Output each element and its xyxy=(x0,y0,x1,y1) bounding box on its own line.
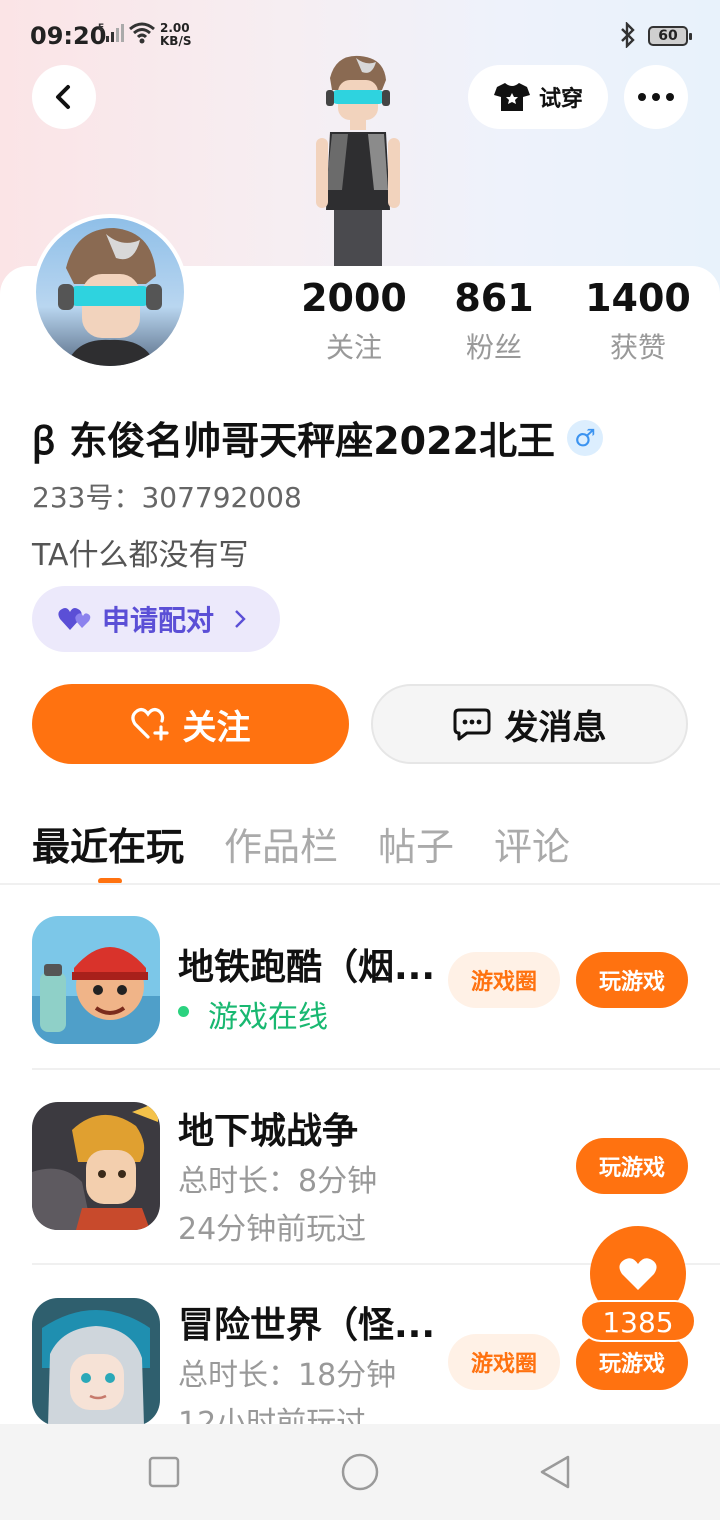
tshirt-icon xyxy=(493,83,530,111)
game-title: 冒险世界（怪... xyxy=(178,1305,436,1346)
profile-tabs: 最近在玩 作品栏 帖子 评论 xyxy=(32,816,570,884)
game-total-time: 总时长：8分钟 xyxy=(178,1164,378,1199)
chevron-right-icon xyxy=(234,603,246,636)
stat-value: 1400 xyxy=(585,276,691,320)
circle-icon xyxy=(341,1453,379,1491)
more-button[interactable] xyxy=(624,65,688,129)
double-heart-icon xyxy=(58,608,91,630)
status-time: 09:20 xyxy=(30,22,107,50)
tab-works[interactable]: 作品栏 xyxy=(224,816,338,876)
stat-value: 2000 xyxy=(301,276,407,320)
stat-value: 861 xyxy=(454,276,534,320)
adventure-world-game-icon xyxy=(32,1298,160,1426)
tab-divider xyxy=(0,883,720,885)
triangle-back-icon xyxy=(540,1455,570,1489)
send-message-button[interactable]: 发消息 xyxy=(371,684,688,764)
home-button[interactable] xyxy=(340,1452,380,1492)
play-game-button[interactable]: 玩游戏 xyxy=(576,1138,688,1194)
apply-pair-button[interactable]: 申请配对 xyxy=(32,586,280,652)
tab-comments[interactable]: 评论 xyxy=(494,816,570,876)
game-title: 地铁跑酷（烟... xyxy=(178,947,436,988)
tab-posts[interactable]: 帖子 xyxy=(378,816,454,876)
stat-following[interactable]: 2000 关注 xyxy=(284,276,424,366)
stat-likes[interactable]: 1400 获赞 xyxy=(568,276,708,366)
speed-unit: KB/S xyxy=(160,34,192,48)
square-icon xyxy=(148,1456,180,1488)
battery-indicator: 60 xyxy=(648,26,692,46)
network-speed: 2.00 KB/S xyxy=(160,22,191,48)
game-title: 地下城战争 xyxy=(178,1111,359,1152)
heart-plus-icon xyxy=(130,707,169,741)
profile-name: ꞵ 东俊名帅哥天秤座2022北王 xyxy=(32,419,555,463)
back-button[interactable] xyxy=(32,65,96,129)
message-label: 发消息 xyxy=(504,707,607,748)
try-on-button[interactable]: 试穿 xyxy=(468,65,608,129)
profile-uid[interactable]: 233号：307792008 xyxy=(32,476,302,516)
more-dots-icon xyxy=(638,93,674,101)
heart-icon xyxy=(619,1258,657,1290)
speed-value: 2.00 xyxy=(160,21,190,35)
stat-label: 关注 xyxy=(325,331,382,364)
pair-label: 申请配对 xyxy=(102,604,215,637)
try-on-label: 试穿 xyxy=(538,87,583,112)
stat-label: 粉丝 xyxy=(465,331,522,364)
male-gender-icon: ♂ xyxy=(566,420,603,456)
back-nav-button[interactable] xyxy=(538,1454,574,1490)
game-total-time: 总时长：18分钟 xyxy=(178,1358,397,1393)
stat-label: 获赞 xyxy=(609,331,666,364)
game-row[interactable]: 地铁跑酷（烟... 游戏在线 游戏圈 玩游戏 xyxy=(0,886,720,1076)
follow-label: 关注 xyxy=(182,707,251,748)
dungeon-war-game-icon xyxy=(32,1102,160,1230)
follow-button[interactable]: 关注 xyxy=(32,684,349,764)
system-nav-bar xyxy=(0,1424,720,1520)
avatar-character-figure[interactable] xyxy=(296,50,416,270)
recent-apps-button[interactable] xyxy=(146,1454,182,1490)
svg-text:E: E xyxy=(98,23,104,33)
profile-name-row: ꞵ 东俊名帅哥天秤座2022北王 ♂ xyxy=(32,410,603,466)
game-circle-button[interactable]: 游戏圈 xyxy=(448,952,560,1008)
profile-bio: TA什么都没有写 xyxy=(32,538,249,573)
bluetooth-icon xyxy=(618,21,638,54)
play-game-button[interactable]: 玩游戏 xyxy=(576,952,688,1008)
avatar[interactable] xyxy=(32,214,188,370)
tab-recently-played[interactable]: 最近在玩 xyxy=(32,816,184,884)
row-divider xyxy=(32,1068,720,1070)
like-count-badge: 1385 xyxy=(580,1300,696,1342)
chat-bubble-icon xyxy=(453,708,490,741)
game-last-played: 24分钟前玩过 xyxy=(178,1212,367,1247)
signal-icon: E xyxy=(98,22,124,49)
game-circle-button[interactable]: 游戏圈 xyxy=(448,1334,560,1390)
stat-fans[interactable]: 861 粉丝 xyxy=(424,276,564,366)
chevron-left-icon xyxy=(56,85,70,109)
wifi-icon xyxy=(128,20,156,50)
subway-surfers-game-icon xyxy=(32,916,160,1044)
game-online-status: 游戏在线 xyxy=(178,992,328,1036)
